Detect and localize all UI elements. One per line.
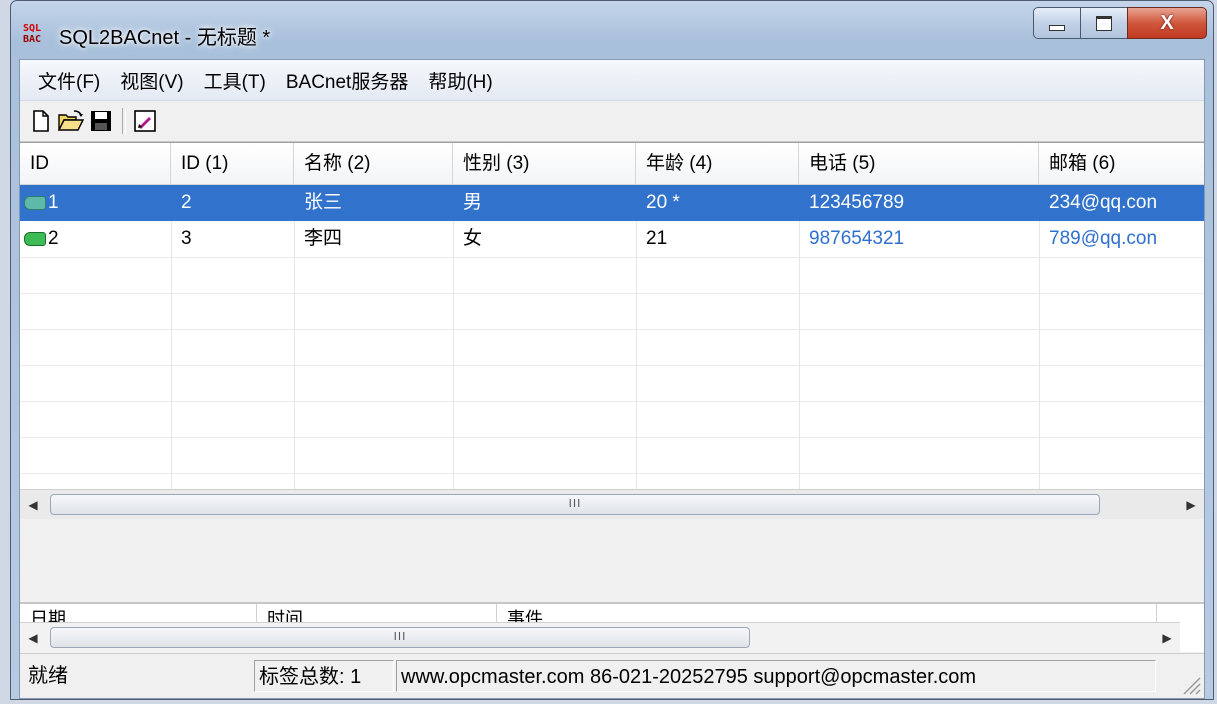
scroll-thumb[interactable]: III: [50, 494, 1100, 515]
logo-text-top: SQL: [23, 23, 42, 34]
log-header-date[interactable]: 日期: [20, 604, 257, 622]
table-row[interactable]: 1 2 张三 男 20 * 123456789 234@qq.con: [20, 185, 1204, 221]
grid-line: [20, 437, 1204, 438]
log-header-event[interactable]: 事件: [497, 604, 1157, 622]
menu-bar: 文件(F) 视图(V) 工具(T) BACnet服务器 帮助(H): [20, 60, 1204, 101]
edit-tags-button[interactable]: [132, 107, 158, 135]
client-area: 文件(F) 视图(V) 工具(T) BACnet服务器 帮助(H) ID ID …: [19, 59, 1205, 699]
grid-line: [20, 257, 1204, 258]
open-folder-icon: [58, 110, 84, 131]
event-log-pane: 日期 时间 事件 ◀ III ▶: [20, 602, 1204, 652]
cell-age: 21: [646, 228, 668, 249]
cell-age: 20 *: [646, 192, 680, 213]
grid-line: [20, 365, 1204, 366]
scroll-thumb[interactable]: III: [50, 627, 750, 648]
app-logo-icon: SQL BAC: [23, 23, 49, 47]
minimize-icon: [1049, 25, 1065, 31]
main-window: SQL BAC SQL2BACnet - 无标题 * X 文件(F) 视图(V)…: [10, 0, 1214, 700]
tag-table[interactable]: ID ID (1) 名称 (2) 性别 (3) 年龄 (4) 电话 (5) 邮箱…: [20, 142, 1204, 519]
teal-tag-icon: [24, 195, 46, 210]
cell-name: 李四: [304, 228, 343, 249]
menu-bacnet-server[interactable]: BACnet服务器: [276, 67, 418, 94]
scroll-right-arrow-icon[interactable]: ▶: [1154, 623, 1180, 652]
column-header-id[interactable]: ID: [20, 143, 171, 185]
close-icon: X: [1160, 12, 1174, 34]
close-button[interactable]: X: [1127, 7, 1207, 39]
log-header-time[interactable]: 时间: [257, 604, 497, 622]
log-horizontal-scrollbar[interactable]: ◀ III ▶: [20, 622, 1180, 652]
cell-id: 2: [20, 221, 171, 257]
grid-line: [20, 329, 1204, 330]
cell-id-1: 2: [181, 192, 192, 213]
maximize-button[interactable]: [1080, 7, 1128, 39]
column-header-age[interactable]: 年龄 (4): [636, 143, 799, 185]
column-header-gender[interactable]: 性别 (3): [453, 143, 636, 185]
toolbar-separator: [122, 108, 126, 134]
status-ready: 就绪: [28, 665, 68, 687]
maximize-icon: [1096, 15, 1112, 31]
column-header-name[interactable]: 名称 (2): [294, 143, 453, 185]
column-header-id-1[interactable]: ID (1): [171, 143, 294, 185]
scroll-left-arrow-icon[interactable]: ◀: [20, 623, 46, 652]
cell-id-text: 1: [48, 192, 59, 213]
cell-id: 1: [20, 185, 171, 221]
cell-gender: 女: [463, 228, 483, 249]
minimize-button[interactable]: [1033, 7, 1081, 39]
grid-line: [20, 401, 1204, 402]
cell-email: 234@qq.con: [1049, 192, 1158, 213]
new-button[interactable]: [28, 107, 54, 135]
save-icon: [91, 111, 111, 131]
caption-buttons: X: [1033, 7, 1207, 41]
cell-email: 789@qq.con: [1049, 228, 1158, 249]
cell-id-text: 2: [48, 228, 59, 249]
table-horizontal-scrollbar[interactable]: ◀ III ▶: [20, 489, 1204, 519]
status-tag-count: 标签总数: 1: [254, 660, 394, 692]
resize-grip-icon[interactable]: [1180, 674, 1202, 696]
toolbar: [20, 101, 1204, 142]
menu-help[interactable]: 帮助(H): [418, 67, 502, 94]
open-button[interactable]: [58, 107, 84, 135]
menu-view[interactable]: 视图(V): [110, 67, 193, 94]
new-file-icon: [33, 110, 49, 132]
cell-phone: 987654321: [809, 228, 905, 249]
status-contact-info: www.opcmaster.com 86-021-20252795 suppor…: [396, 660, 1156, 692]
scroll-right-arrow-icon[interactable]: ▶: [1178, 490, 1204, 519]
green-tag-icon: [24, 231, 46, 246]
title-bar[interactable]: SQL BAC SQL2BACnet - 无标题 * X: [11, 1, 1213, 59]
save-button[interactable]: [88, 107, 114, 135]
menu-file[interactable]: 文件(F): [28, 67, 110, 94]
status-bar: 就绪 标签总数: 1 www.opcmaster.com 86-021-2025…: [20, 653, 1204, 698]
window-title: SQL2BACnet - 无标题 *: [59, 27, 271, 49]
grid-line: [20, 293, 1204, 294]
logo-text-bottom: BAC: [23, 34, 42, 45]
menu-tools[interactable]: 工具(T): [194, 67, 276, 94]
column-header-phone[interactable]: 电话 (5): [799, 143, 1039, 185]
scroll-left-arrow-icon[interactable]: ◀: [20, 490, 46, 519]
table-row[interactable]: 2 3 李四 女 21 987654321 789@qq.con: [20, 221, 1204, 257]
cell-id-1: 3: [181, 228, 192, 249]
column-header-email[interactable]: 邮箱 (6): [1039, 143, 1204, 185]
grid-line: [20, 473, 1204, 474]
cell-phone: 123456789: [809, 192, 905, 213]
edit-tags-icon: [134, 110, 156, 132]
cell-gender: 男: [463, 192, 483, 213]
cell-name: 张三: [304, 192, 343, 213]
